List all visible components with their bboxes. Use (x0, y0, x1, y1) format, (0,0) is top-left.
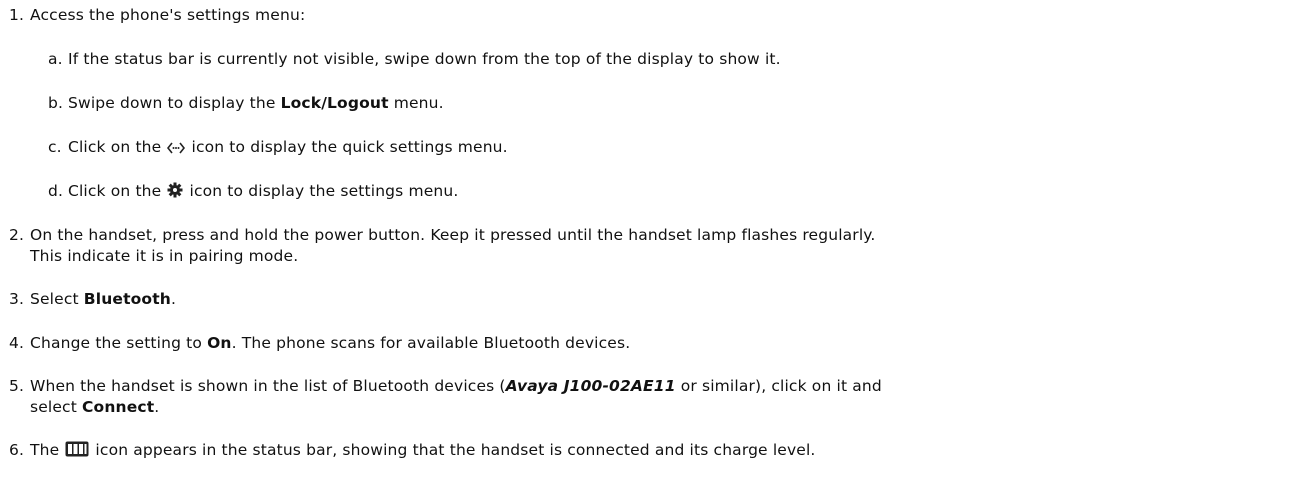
step-1d-letter: d. (48, 182, 64, 200)
step-5-number: 5. (9, 377, 25, 395)
step-1d-text: Click on the icon to display the setting… (68, 182, 459, 202)
step-2-number: 2. (9, 226, 25, 244)
step-1c-letter: c. (48, 138, 62, 156)
step-2-line-1: On the handset, press and hold the power… (30, 226, 876, 244)
connect-label: Connect (82, 398, 155, 416)
step-4-text: Change the setting to On. The phone scan… (30, 334, 631, 352)
step-1a-text: If the status bar is currently not visib… (68, 50, 781, 68)
step-3-number: 3. (9, 290, 25, 308)
quick-settings-icon (167, 140, 186, 158)
step-6-text: The icon appears in the status bar, show… (30, 441, 816, 461)
step-5-line-2: select Connect. (30, 398, 160, 416)
step-1b-text: Swipe down to display the Lock/Logout me… (68, 94, 444, 112)
battery-icon (65, 441, 89, 461)
step-1b-letter: b. (48, 94, 64, 112)
step-6-number: 6. (9, 441, 25, 459)
gear-icon (167, 182, 183, 202)
step-1-text: Access the phone's settings menu: (30, 6, 306, 24)
on-label: On (207, 334, 232, 352)
device-name: Avaya J100-02AE11 (505, 377, 676, 395)
step-2-line-2: This indicate it is in pairing mode. (30, 247, 299, 265)
step-1-number: 1. (9, 6, 25, 24)
step-3-text: Select Bluetooth. (30, 290, 177, 308)
bluetooth-label: Bluetooth (83, 290, 171, 308)
instruction-steps: 1. Access the phone's settings menu: a. … (0, 0, 1294, 482)
step-5-line-1: When the handset is shown in the list of… (30, 377, 882, 395)
lock-logout-label: Lock/Logout (280, 94, 389, 112)
step-4-number: 4. (9, 334, 25, 352)
step-1a-letter: a. (48, 50, 63, 68)
step-1c-text: Click on the icon to display the quick s… (68, 138, 508, 158)
